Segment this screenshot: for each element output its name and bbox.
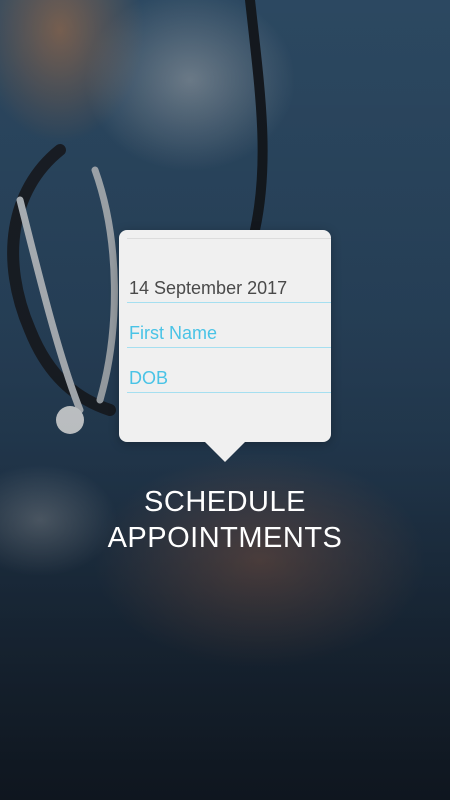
date-value: 14 September 2017 — [129, 278, 288, 298]
first-name-placeholder: First Name — [129, 323, 218, 343]
appointment-form-card: 14 September 2017 First Name DOB — [119, 230, 331, 462]
caption-line-1: SCHEDULE — [144, 486, 306, 518]
dob-field[interactable]: DOB — [127, 348, 331, 393]
card-divider — [127, 238, 331, 239]
dob-placeholder: DOB — [129, 368, 169, 388]
feature-caption: SCHEDULE APPOINTMENTS — [0, 484, 450, 556]
caption-line-2: APPOINTMENTS — [107, 522, 343, 554]
date-field[interactable]: 14 September 2017 — [127, 258, 331, 303]
first-name-field[interactable]: First Name — [127, 303, 331, 348]
